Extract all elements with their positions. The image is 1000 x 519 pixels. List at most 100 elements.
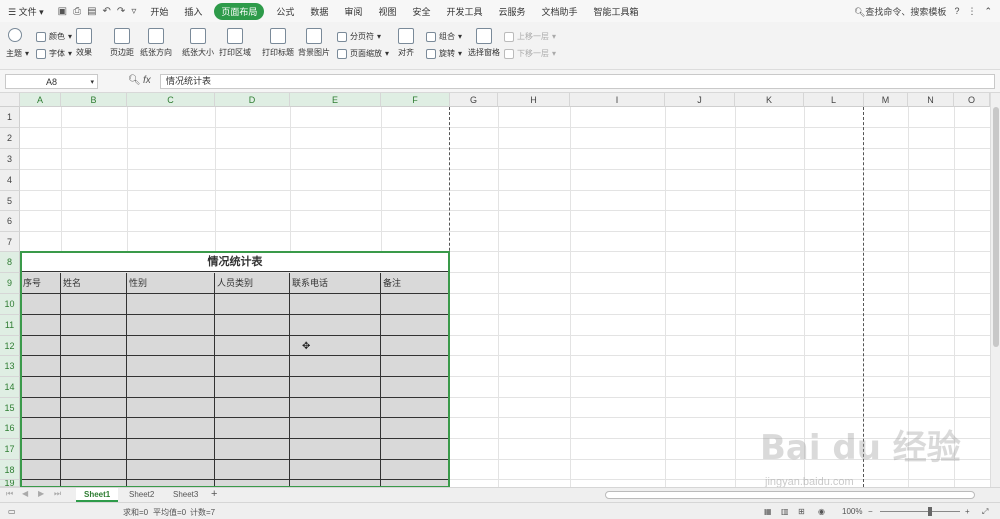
- row-header[interactable]: 12: [0, 336, 20, 356]
- col-header[interactable]: B: [61, 93, 127, 107]
- zoom-level[interactable]: 100%: [842, 507, 862, 516]
- tab-home[interactable]: 开始: [142, 5, 176, 18]
- bring-forward-button[interactable]: 上移一层 ▾: [504, 31, 556, 42]
- tab-cloud[interactable]: 云服务: [490, 5, 533, 18]
- row-header[interactable]: 19: [0, 480, 20, 487]
- row-header[interactable]: 3: [0, 149, 20, 170]
- col-header[interactable]: F: [381, 93, 450, 107]
- header-cell-category[interactable]: 人员类别: [215, 273, 290, 294]
- table-cell[interactable]: [127, 377, 215, 398]
- table-cell[interactable]: [61, 336, 127, 356]
- undo-icon[interactable]: ↶: [103, 6, 111, 17]
- table-cell[interactable]: [61, 480, 127, 487]
- tab-insert[interactable]: 插入: [176, 5, 210, 18]
- table-cell[interactable]: [21, 377, 61, 398]
- col-header[interactable]: M: [864, 93, 908, 107]
- group-button[interactable]: 组合 ▾: [426, 31, 462, 42]
- tab-developer[interactable]: 开发工具: [438, 5, 490, 18]
- header-cell-phone[interactable]: 联系电话: [290, 273, 381, 294]
- background-button[interactable]: 背景图片: [298, 28, 330, 58]
- table-cell[interactable]: [21, 418, 61, 439]
- theme-label-button[interactable]: 主题 ▾: [6, 48, 29, 59]
- table-cell[interactable]: [21, 480, 61, 487]
- table-cell[interactable]: [215, 398, 290, 418]
- table-cell[interactable]: [61, 294, 127, 315]
- sheet-nav-last-icon[interactable]: ⏭: [54, 489, 61, 499]
- table-cell[interactable]: [290, 377, 381, 398]
- col-header[interactable]: O: [954, 93, 990, 107]
- col-header[interactable]: G: [450, 93, 498, 107]
- normal-view-icon[interactable]: ▦: [764, 507, 772, 516]
- table-cell[interactable]: [381, 315, 449, 336]
- row-header[interactable]: 1: [0, 107, 20, 128]
- row-header[interactable]: 10: [0, 294, 20, 315]
- col-header[interactable]: A: [20, 93, 61, 107]
- table-cell[interactable]: [127, 315, 215, 336]
- tab-page-layout[interactable]: 页面布局: [214, 2, 265, 20]
- file-menu[interactable]: ☰ 文件 ▾: [0, 5, 52, 18]
- sheet-nav-first-icon[interactable]: ⏮: [6, 489, 13, 499]
- save-icon[interactable]: ▣: [58, 6, 67, 17]
- table-cell[interactable]: [215, 480, 290, 487]
- table-cell[interactable]: [215, 336, 290, 356]
- row-header[interactable]: 18: [0, 460, 20, 480]
- table-cell[interactable]: [215, 418, 290, 439]
- table-cell[interactable]: [127, 356, 215, 377]
- table-cell[interactable]: [127, 480, 215, 487]
- table-cell[interactable]: [127, 294, 215, 315]
- theme-button[interactable]: [8, 28, 22, 42]
- print-icon[interactable]: ⎙: [73, 6, 81, 17]
- row-header[interactable]: 14: [0, 377, 20, 398]
- table-cell[interactable]: [290, 398, 381, 418]
- page-zoom-button[interactable]: 页面缩放 ▾: [337, 48, 389, 59]
- table-cell[interactable]: [381, 480, 449, 487]
- rotate-button[interactable]: 旋转 ▾: [426, 48, 462, 59]
- select-pane-button[interactable]: 选择窗格: [468, 28, 500, 58]
- table-cell[interactable]: [290, 294, 381, 315]
- table-cell[interactable]: [290, 439, 381, 460]
- reading-view-icon[interactable]: ◉: [818, 507, 825, 516]
- table-cell[interactable]: [381, 377, 449, 398]
- table-cell[interactable]: [215, 315, 290, 336]
- tab-formulas[interactable]: 公式: [268, 5, 302, 18]
- tab-doc-assistant[interactable]: 文档助手: [534, 5, 586, 18]
- sheet-tab-2[interactable]: Sheet2: [121, 488, 162, 502]
- row-header[interactable]: 15: [0, 398, 20, 418]
- header-cell-seq[interactable]: 序号: [21, 273, 61, 294]
- col-header[interactable]: I: [570, 93, 665, 107]
- table-cell[interactable]: [381, 356, 449, 377]
- table-cell[interactable]: [61, 398, 127, 418]
- row-header[interactable]: 9: [0, 273, 20, 294]
- table-cell[interactable]: [21, 439, 61, 460]
- tab-smart-toolbox[interactable]: 智能工具箱: [586, 5, 647, 18]
- table-cell[interactable]: [215, 439, 290, 460]
- horizontal-scrollbar[interactable]: [605, 491, 975, 499]
- table-cell[interactable]: [21, 336, 61, 356]
- col-header[interactable]: L: [804, 93, 864, 107]
- col-header[interactable]: E: [290, 93, 381, 107]
- page-break-button[interactable]: 分页符 ▾: [337, 31, 381, 42]
- colors-button[interactable]: 颜色 ▾: [36, 31, 72, 42]
- tab-data[interactable]: 数据: [302, 5, 336, 18]
- page-layout-view-icon[interactable]: ⊞: [798, 507, 805, 516]
- align-button[interactable]: 对齐: [398, 28, 414, 58]
- table-cell[interactable]: [381, 418, 449, 439]
- col-header[interactable]: C: [127, 93, 215, 107]
- table-cell[interactable]: [61, 418, 127, 439]
- row-header[interactable]: 2: [0, 128, 20, 149]
- header-cell-remark[interactable]: 备注: [381, 273, 449, 294]
- row-header[interactable]: 16: [0, 418, 20, 439]
- vertical-scroll-thumb[interactable]: [993, 107, 999, 347]
- table-cell[interactable]: [381, 460, 449, 480]
- table-cell[interactable]: [127, 398, 215, 418]
- table-cell[interactable]: [381, 398, 449, 418]
- print-area-button[interactable]: 打印区域: [219, 28, 251, 58]
- sheet-tab-1[interactable]: Sheet1: [76, 488, 119, 502]
- more-icon[interactable]: ⋮: [967, 6, 976, 17]
- table-cell[interactable]: [290, 315, 381, 336]
- col-header[interactable]: D: [215, 93, 290, 107]
- table-cell[interactable]: [381, 294, 449, 315]
- zoom-out-icon[interactable]: −: [868, 507, 873, 516]
- row-header[interactable]: 8: [0, 252, 20, 273]
- table-cell[interactable]: [21, 294, 61, 315]
